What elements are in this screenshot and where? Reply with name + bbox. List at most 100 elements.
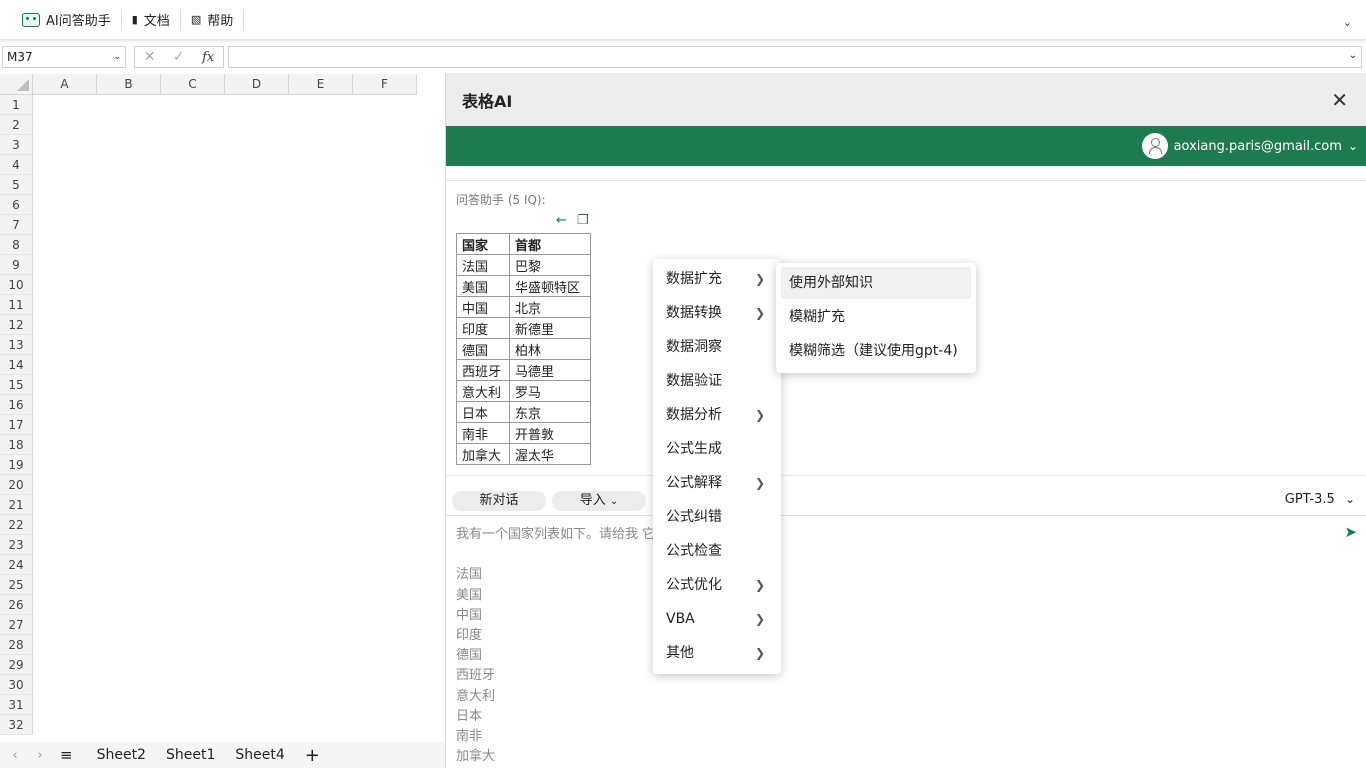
data-expansion-submenu: 使用外部知识 模糊扩充 模糊筛选（建议使用gpt-4) [776, 263, 976, 373]
row-header[interactable]: 2 [0, 115, 33, 135]
new-chat-button[interactable]: 新对话 [452, 491, 546, 511]
column-header[interactable]: D [225, 74, 289, 95]
row-header[interactable]: 10 [0, 275, 33, 295]
prompt-input[interactable]: 我有一个国家列表如下。请给我 它们的首都。 法国 美国 中国 印度 德国 西班牙… [446, 517, 1366, 768]
insert-arrow-icon[interactable]: ← [556, 213, 567, 228]
row-header[interactable]: 7 [0, 215, 33, 235]
select-all-corner[interactable] [0, 74, 33, 95]
menu-item[interactable]: 公式解释 ❯ [653, 466, 781, 500]
menu-item[interactable]: VBA ❯ [653, 602, 781, 636]
row-header[interactable]: 20 [0, 475, 33, 495]
submenu-item[interactable]: 模糊扩充 [781, 301, 971, 333]
row-header[interactable]: 28 [0, 635, 33, 655]
menu-item[interactable]: 数据转换 ❯ [653, 296, 781, 330]
account-bar: aoxiang.paris@gmail.com ⌄ [446, 126, 1366, 166]
row-header[interactable]: 16 [0, 395, 33, 415]
menu-item[interactable]: 公式生成 [653, 432, 781, 466]
column-header[interactable]: F [353, 74, 417, 95]
sheet-tab[interactable]: Sheet4 [225, 747, 294, 763]
help-button[interactable]: ▧ 帮助 [181, 6, 243, 34]
row-header[interactable]: 25 [0, 575, 33, 595]
column-header[interactable]: A [33, 74, 97, 95]
chevron-down-icon[interactable]: ⌄ [113, 52, 121, 62]
confirm-icon[interactable]: ✓ [173, 49, 185, 65]
row-header[interactable]: 14 [0, 355, 33, 375]
menu-item[interactable]: 数据分析 ❯ [653, 398, 781, 432]
table-cell: 印度 [456, 317, 510, 339]
copy-icon[interactable]: ❐ [577, 213, 589, 228]
row-header[interactable]: 22 [0, 515, 33, 535]
sheet-tab[interactable]: Sheet2 [87, 747, 156, 763]
row-header[interactable]: 8 [0, 235, 33, 255]
table-cell: 西班牙 [456, 359, 510, 381]
import-button[interactable]: 导入 ⌄ [552, 491, 646, 511]
user-menu[interactable]: aoxiang.paris@gmail.com ⌄ [1141, 133, 1358, 159]
menu-item[interactable]: 公式优化 ❯ [653, 568, 781, 602]
menu-item[interactable]: 数据验证 [653, 364, 781, 398]
row-header[interactable]: 27 [0, 615, 33, 635]
row-header[interactable]: 21 [0, 495, 33, 515]
table-cell: 华盛顿特区 [509, 275, 591, 297]
send-icon[interactable]: ➤ [1344, 523, 1357, 541]
chevron-down-icon: ⌄ [1344, 492, 1355, 506]
name-box[interactable]: M37 ⌄ [2, 46, 126, 68]
row-header[interactable]: 17 [0, 415, 33, 435]
function-icon[interactable]: fx [202, 50, 214, 65]
column-header[interactable]: C [161, 74, 225, 95]
row-header[interactable]: 24 [0, 555, 33, 575]
row-header[interactable]: 32 [0, 715, 33, 735]
row-header[interactable]: 15 [0, 375, 33, 395]
row-header[interactable]: 18 [0, 435, 33, 455]
ai-assistant-button[interactable]: AI问答助手 [12, 6, 121, 34]
row-header[interactable]: 9 [0, 255, 33, 275]
next-sheet-icon[interactable]: › [30, 748, 50, 763]
row-header[interactable]: 31 [0, 695, 33, 715]
row-header[interactable]: 13 [0, 335, 33, 355]
row-header[interactable]: 11 [0, 295, 33, 315]
divider [446, 166, 1366, 181]
chat-toolbar: 新对话 导入 ⌄ GPT-3.5 ⌄ [446, 475, 1366, 516]
table-header-cell: 国家 [456, 233, 510, 255]
row-header[interactable]: 5 [0, 175, 33, 195]
menu-item[interactable]: 其他 ❯ [653, 636, 781, 670]
docs-button[interactable]: ▮ 文档 [122, 6, 180, 34]
sheet-tab[interactable]: Sheet1 [156, 747, 225, 763]
ribbon-collapse-chevron-icon[interactable]: ⌄ [1343, 16, 1352, 29]
prev-sheet-icon[interactable]: ‹ [0, 748, 30, 763]
close-icon[interactable]: ✕ [1331, 88, 1348, 112]
cancel-icon[interactable]: ✕ [144, 49, 156, 65]
expand-chevron-icon[interactable]: ⌄ [1349, 50, 1357, 61]
row-header[interactable]: 23 [0, 535, 33, 555]
menu-item[interactable]: 公式检查 [653, 534, 781, 568]
menu-item[interactable]: 数据洞察 [653, 330, 781, 364]
submenu-item[interactable]: 使用外部知识 [781, 267, 971, 299]
column-header[interactable]: B [97, 74, 161, 95]
row-headers: 1 2 3 4 5 6 7 8 9 10 11 12 13 14 15 16 17 18 19 20 21 22 23 24 2… [0, 95, 33, 735]
table-cell: 法国 [456, 254, 510, 276]
row-header[interactable]: 3 [0, 135, 33, 155]
add-sheet-icon[interactable]: + [295, 745, 330, 766]
table-cell: 加拿大 [456, 443, 510, 465]
table-cell: 南非 [456, 422, 510, 444]
submenu-item[interactable]: 模糊筛选（建议使用gpt-4) [781, 335, 971, 367]
row-header[interactable]: 26 [0, 595, 33, 615]
column-header[interactable]: E [289, 74, 353, 95]
formula-actions: ✕ ✓ fx [134, 46, 224, 68]
table-cell: 开普敦 [509, 422, 591, 444]
row-header[interactable]: 29 [0, 655, 33, 675]
row-header[interactable]: 30 [0, 675, 33, 695]
menu-item[interactable]: 数据扩充 ❯ [653, 262, 781, 296]
row-header[interactable]: 4 [0, 155, 33, 175]
model-selector[interactable]: GPT-3.5 ⌄ [1285, 492, 1355, 507]
row-header[interactable]: 1 [0, 95, 33, 115]
table-cell: 柏林 [509, 338, 591, 360]
sheet-list-menu-icon[interactable]: ≡ [60, 746, 73, 764]
table-row: 西班牙 马德里 [456, 359, 591, 381]
table-row: 法国 巴黎 [456, 254, 591, 276]
menu-item[interactable]: 公式纠错 [653, 500, 781, 534]
formula-input[interactable]: ⌄ [228, 46, 1362, 68]
spreadsheet-grid[interactable]: ABCDEF 1 2 3 4 5 6 7 8 9 10 11 12 13 14 15 16 17 18 19 20 21… [0, 74, 445, 742]
row-header[interactable]: 19 [0, 455, 33, 475]
row-header[interactable]: 6 [0, 195, 33, 215]
row-header[interactable]: 12 [0, 315, 33, 335]
